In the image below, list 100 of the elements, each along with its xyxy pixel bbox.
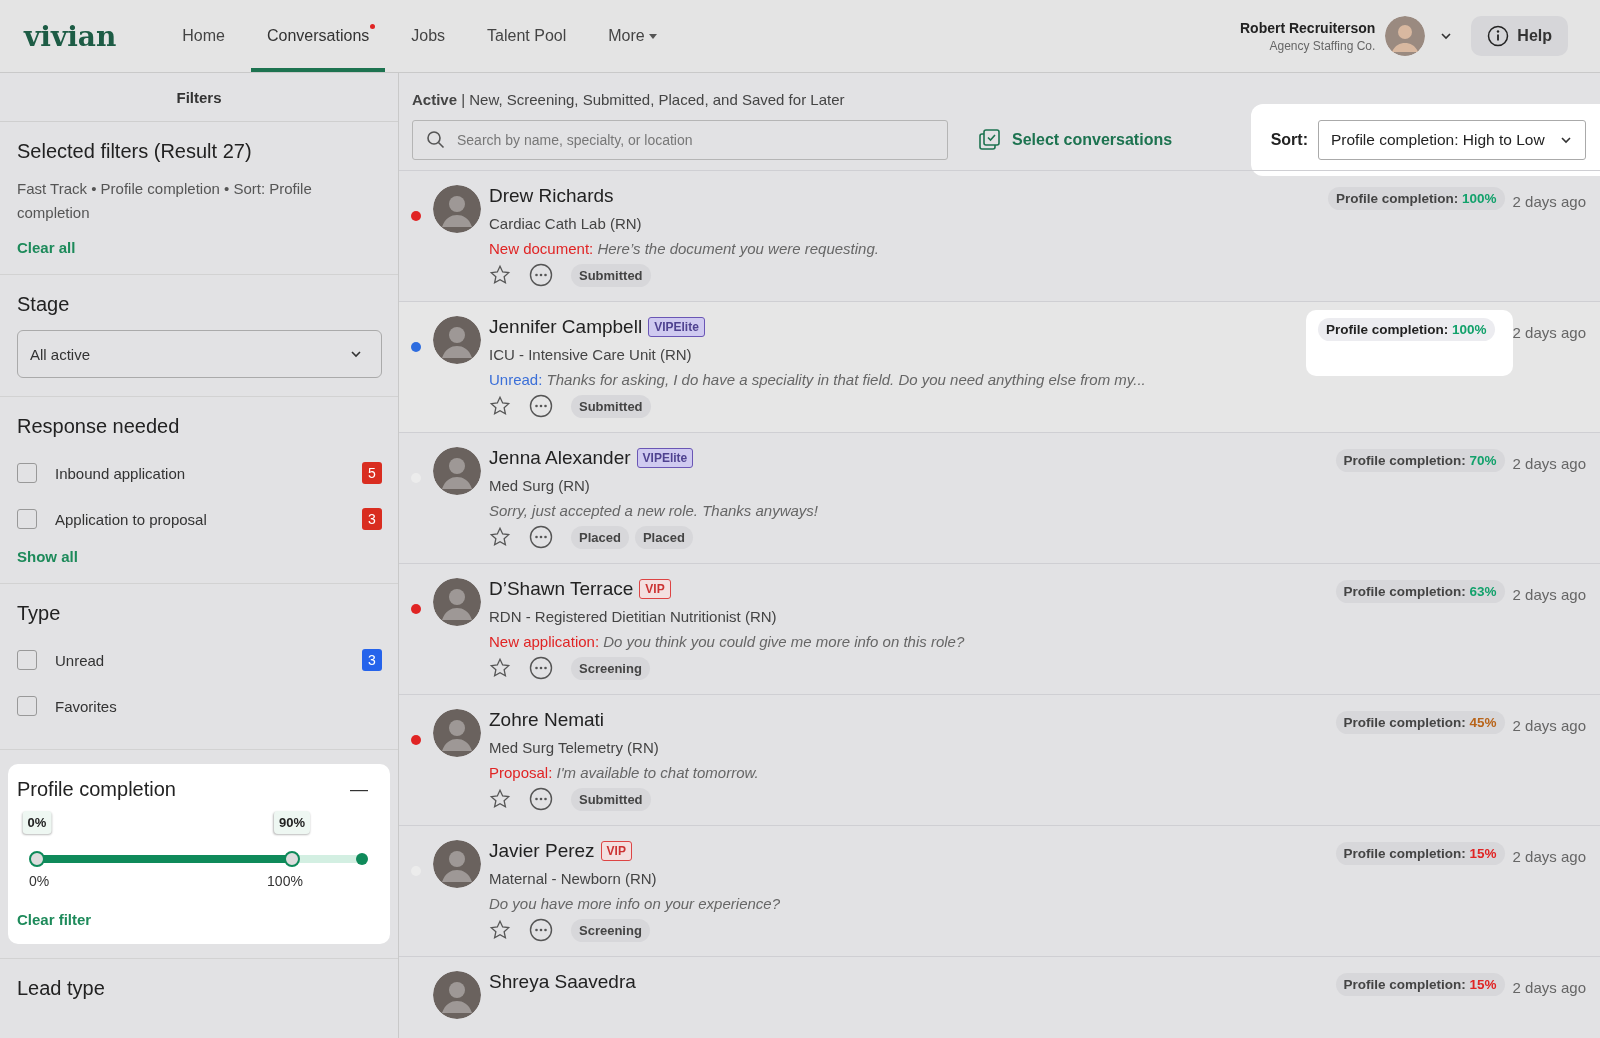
profile-completion-pill: Profile completion: 15% (1335, 842, 1505, 865)
timestamp: 2 days ago (1512, 324, 1586, 341)
info-icon (1487, 25, 1510, 47)
conversation-row[interactable]: Jenna Alexander VIPElite Med Surg (RN) Sorry, just accepted a new role. Thanks anyways! Placed Placed Profile completion: 70% 2 days ago (399, 432, 1600, 563)
conversation-row[interactable] (399, 301, 1600, 432)
timestamp: 2 days ago (1512, 979, 1586, 996)
profile-completion-pill: Profile completion: 15% (1335, 973, 1505, 996)
search-field[interactable]: Search by name, specialty, or location (412, 120, 948, 160)
candidate-name: Drew Richards (489, 185, 614, 207)
avatar-icon (433, 971, 481, 1019)
select-conversations-button[interactable]: Select conversations (972, 127, 1179, 153)
filter-summary: Fast Track • Profile completion • Sort: Profile completion (17, 179, 313, 223)
timestamp: 2 days ago (1512, 717, 1586, 734)
vip-badge: VIP (639, 579, 671, 599)
count-badge: 3 (362, 649, 382, 671)
avatar-icon (433, 578, 481, 626)
company-name: Agency Staffing Co. (1269, 38, 1376, 53)
avatar-icon (433, 709, 481, 757)
range-slider[interactable] (29, 851, 370, 867)
message-preview: Proposal: I'm available to chat tomorrow. (489, 764, 760, 781)
timestamp: 2 days ago (1512, 455, 1586, 472)
logo[interactable]: vivian (24, 19, 117, 53)
timestamp: 2 days ago (1512, 193, 1586, 210)
avatar-icon (433, 185, 481, 233)
filter-label: Inbound application (55, 464, 187, 482)
candidate-name: Jenna Alexander (489, 447, 631, 469)
candidate-name: Javier Perez (489, 840, 595, 862)
checkbox[interactable] (17, 696, 37, 716)
sort-dropdown[interactable]: Profile completion: High to Low (1318, 120, 1586, 160)
stage-tag: Submitted (571, 263, 651, 287)
more-options-icon[interactable] (529, 394, 553, 418)
more-options-icon[interactable] (529, 656, 553, 680)
timestamp: 2 days ago (1512, 586, 1586, 603)
vip-badge: VIPElite (648, 317, 705, 337)
filter-label: Application to proposal (55, 510, 208, 528)
conversation-row[interactable]: Javier Perez VIP Maternal - Newborn (RN) Do you have more info on your experience? Screening Profile completion: 15% 2 days ago (399, 825, 1600, 956)
avatar-icon[interactable] (1385, 16, 1426, 56)
caret-icon (648, 33, 657, 39)
nav-tab[interactable]: Talent Pool (471, 0, 583, 72)
specialty-text: ICU - Intensive Care Unit (RN) (489, 346, 693, 363)
section-title: Selected filters (Result 27) (17, 140, 253, 163)
more-options-icon[interactable] (529, 525, 553, 549)
value-tooltip: 90% (274, 811, 311, 834)
checkbox[interactable] (17, 463, 37, 483)
message-preview: New application: Do you think you could give me more info on this role? (489, 633, 966, 650)
specialty-text: Med Surg Telemetry (RN) (489, 739, 660, 756)
slider-handle[interactable] (284, 851, 301, 867)
slider-label: 100% (267, 873, 303, 889)
nav-tab[interactable]: Home (166, 0, 241, 72)
section-title: Lead type (17, 977, 106, 1000)
profile-completion-pill: Profile completion: 70% (1335, 449, 1505, 472)
profile-completion-pill: Profile completion: 63% (1335, 580, 1505, 603)
avatar-icon (433, 447, 481, 495)
more-options-icon[interactable] (529, 918, 553, 942)
more-options-icon[interactable] (529, 787, 553, 811)
slider-handle[interactable] (29, 851, 45, 867)
conversation-row[interactable]: D’Shawn Terrace VIP RDN - Registered Dietitian Nutritionist (RN) New application: Do you think you could give me more info on this role? Screening Profile completion: 63% 2 days ago (399, 563, 1600, 694)
candidate-name: D’Shawn Terrace (489, 578, 634, 600)
filter-label: Unread (55, 651, 106, 669)
avatar-icon (433, 316, 481, 364)
profile-completion-pill: Profile completion: 45% (1335, 711, 1505, 734)
section-title: Response needed (17, 415, 181, 438)
filters-title: Filters (0, 73, 398, 122)
star-icon[interactable] (489, 264, 511, 286)
value-tooltip: 0% (22, 811, 52, 834)
star-icon[interactable] (489, 657, 511, 679)
filter-label: Favorites (55, 697, 118, 715)
specialty-text: Cardiac Cath Lab (RN) (489, 215, 643, 232)
stage-dropdown[interactable]: All active (17, 330, 382, 378)
star-icon[interactable] (489, 395, 511, 417)
star-icon[interactable] (489, 919, 511, 941)
help-button[interactable]: Help (1471, 16, 1568, 56)
message-preview: Unread: Thanks for asking, I do have a speciality in that field. Do you need anything else from my... (489, 371, 1147, 388)
stage-tag: Screening (571, 656, 650, 680)
timestamp: 2 days ago (1512, 848, 1586, 865)
checkbox[interactable] (17, 650, 37, 670)
nav-tab[interactable]: Jobs (395, 0, 462, 72)
checkbox[interactable] (17, 509, 37, 529)
collapse-button[interactable]: — (350, 779, 382, 800)
specialty-text: Maternal - Newborn (RN) (489, 870, 658, 887)
clear-filter-link[interactable]: Clear filter (17, 911, 92, 928)
star-icon[interactable] (489, 526, 511, 548)
stage-tag: Submitted (571, 394, 651, 418)
section-title: Type (17, 602, 62, 625)
candidate-name: Shreya Saavedra (489, 971, 636, 993)
sort-label: Sort: (1270, 131, 1308, 149)
nav-tab[interactable]: Conversations (251, 0, 386, 72)
stage-tag: Screening (571, 918, 650, 942)
vip-badge: VIPElite (636, 448, 694, 468)
avatar-icon (433, 840, 481, 888)
more-options-icon[interactable] (529, 263, 553, 287)
section-title: Stage (17, 293, 71, 316)
stage-tag: Placed (634, 525, 693, 549)
nav-tab[interactable]: More (592, 0, 673, 72)
star-icon[interactable] (489, 788, 511, 810)
conversation-row[interactable]: Zohre Nemati Med Surg Telemetry (RN) Proposal: I'm available to chat tomorrow. Submitted Profile completion: 45% 2 days ago (399, 694, 1600, 825)
section-title: Profile completion (17, 778, 176, 801)
user-name: Robert Recruiterson (1239, 19, 1376, 36)
count-badge: 3 (362, 508, 382, 530)
conversation-row[interactable]: Shreya Saavedra Profile completion: 15% 2 days ago (399, 956, 1600, 1038)
